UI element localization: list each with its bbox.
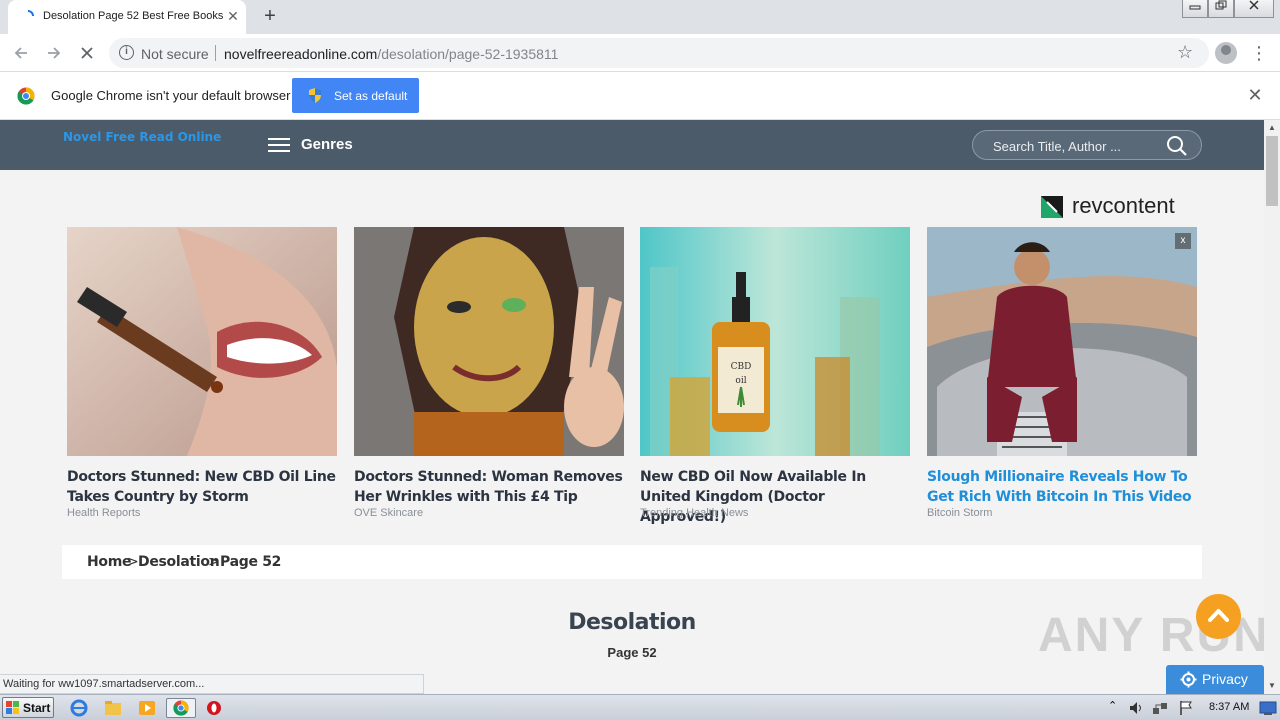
ad-close-button[interactable]: x	[1175, 233, 1191, 249]
search-input[interactable]	[993, 137, 1163, 155]
tab-close-icon[interactable]: ✕	[225, 7, 241, 25]
uac-shield-icon	[309, 88, 321, 103]
gear-icon	[1180, 671, 1197, 688]
chrome-logo-icon	[17, 87, 35, 105]
ad-headline[interactable]: Doctors Stunned: New CBD Oil Line Takes …	[67, 467, 337, 507]
divider	[215, 45, 216, 61]
windows-taskbar: Start ⌃ 8:37 AM	[0, 694, 1280, 720]
hamburger-menu-icon	[268, 138, 290, 152]
set-as-default-label: Set as default	[334, 89, 408, 103]
stop-loading-icon	[81, 47, 93, 59]
ad-card[interactable]: Doctors Stunned: New CBD Oil Line Takes …	[67, 227, 337, 527]
internet-explorer-icon[interactable]	[68, 698, 90, 718]
back-arrow-icon	[14, 47, 27, 59]
ad-image-cbd-dropper[interactable]	[67, 227, 337, 456]
media-player-icon[interactable]	[136, 698, 158, 718]
svg-text:CBD: CBD	[731, 362, 752, 372]
profile-avatar-icon[interactable]	[1215, 42, 1237, 64]
search-box	[972, 130, 1202, 160]
url-path: /desolation/page-52-1935811	[377, 46, 559, 62]
chrome-icon	[173, 700, 189, 716]
site-logo[interactable]: Novel Free Read Online	[63, 130, 221, 144]
revcontent-brand: revcontent	[1072, 193, 1175, 218]
ad-card[interactable]: CBD oil New CBD Oil Now Available In Uni…	[640, 227, 910, 527]
restore-button[interactable]	[1208, 0, 1234, 18]
page-viewport: Novel Free Read Online Genres revcontent	[0, 120, 1264, 694]
breadcrumb-current-page: Page 52	[220, 554, 282, 570]
vertical-scrollbar[interactable]: ▲ ▼	[1264, 120, 1280, 694]
revcontent-mark-icon	[1041, 196, 1063, 218]
breadcrumb-separator: >	[208, 554, 220, 570]
scrollbar-thumb[interactable]	[1266, 136, 1278, 206]
ad-source: Bitcoin Storm	[927, 507, 993, 519]
security-label: Not secure	[141, 46, 209, 62]
ad-card[interactable]: Doctors Stunned: Woman Removes Her Wrink…	[354, 227, 624, 527]
privacy-label: Privacy	[1202, 671, 1248, 687]
stop-loading-button[interactable]	[76, 42, 98, 64]
breadcrumb-home-link[interactable]: Home	[87, 554, 132, 570]
chevron-up-icon	[1208, 609, 1229, 622]
url-text[interactable]: novelfreereadonline.com/desolation/page-…	[224, 46, 558, 62]
svg-text:oil: oil	[735, 376, 746, 386]
network-icon[interactable]	[1152, 700, 1168, 716]
start-label: Start	[23, 701, 51, 715]
minimize-icon	[1189, 5, 1201, 10]
volume-icon[interactable]	[1128, 700, 1144, 716]
scroll-to-top-button[interactable]	[1196, 594, 1241, 639]
forward-arrow-icon	[48, 47, 61, 59]
ad-headline[interactable]: Doctors Stunned: Woman Removes Her Wrink…	[354, 467, 624, 507]
breadcrumb-separator: >	[127, 554, 139, 570]
opera-icon[interactable]	[203, 698, 225, 718]
ad-source: Health Reports	[67, 507, 141, 519]
system-clock: 8:37 AM	[1209, 701, 1250, 713]
ad-image-man-car[interactable]	[927, 227, 1197, 456]
ad-source: Trending Health News	[640, 507, 749, 519]
ad-source: OVE Skincare	[354, 507, 424, 519]
start-button[interactable]: Start	[2, 697, 54, 718]
site-header: Novel Free Read Online Genres	[0, 120, 1264, 170]
scroll-up-arrow-icon[interactable]: ▲	[1264, 120, 1280, 136]
scroll-down-arrow-icon[interactable]: ▼	[1264, 678, 1280, 694]
url-host: novelfreereadonline.com	[224, 46, 378, 62]
close-window-button[interactable]	[1234, 0, 1274, 18]
ad-card[interactable]: x Slough Millionaire Reveals How To Get …	[927, 227, 1197, 527]
close-window-icon	[1249, 0, 1259, 10]
action-center-flag-icon[interactable]	[1178, 700, 1194, 716]
ad-image-gold-mask[interactable]	[354, 227, 624, 456]
back-button[interactable]	[10, 42, 32, 64]
loading-spinner-icon	[27, 10, 34, 17]
minimize-button[interactable]	[1182, 0, 1208, 18]
show-desktop-icon[interactable]	[1259, 700, 1277, 716]
genres-label: Genres	[301, 136, 353, 153]
set-as-default-button[interactable]: Set as default	[292, 78, 419, 113]
chrome-taskbar-button[interactable]	[166, 698, 196, 718]
tab-title: Desolation Page 52 Best Free Books	[43, 10, 223, 22]
bookmark-star-icon[interactable]: ☆	[1177, 42, 1193, 63]
system-tray: ⌃	[1104, 697, 1280, 719]
file-explorer-icon[interactable]	[102, 698, 124, 718]
infobar-close-icon[interactable]: ✕	[1246, 86, 1264, 104]
windows-flag-icon	[6, 701, 19, 714]
new-tab-button[interactable]: +	[259, 5, 281, 27]
privacy-button[interactable]: Privacy	[1166, 665, 1264, 694]
search-icon[interactable]	[1166, 135, 1188, 157]
address-bar[interactable]: i Not secure novelfreereadonline.com/des…	[109, 38, 1209, 68]
tab-strip: Desolation Page 52 Best Free Books ✕ +	[0, 0, 1280, 34]
restore-icon	[1215, 0, 1227, 10]
site-info-icon[interactable]: i	[119, 45, 134, 60]
browser-tab-active[interactable]: Desolation Page 52 Best Free Books ✕	[8, 0, 246, 34]
default-browser-infobar: Google Chrome isn't your default browser…	[0, 72, 1280, 120]
infobar-message: Google Chrome isn't your default browser	[51, 88, 291, 103]
status-bubble: Waiting for ww1097.smartadserver.com...	[0, 674, 424, 694]
breadcrumb: Home > Desolation > Page 52	[62, 545, 1202, 579]
ad-image-cbd-bottle[interactable]: CBD oil	[640, 227, 910, 456]
browser-toolbar: i Not secure novelfreereadonline.com/des…	[0, 34, 1280, 72]
show-hidden-icons-icon[interactable]: ⌃	[1108, 699, 1117, 712]
ad-headline[interactable]: Slough Millionaire Reveals How To Get Ri…	[927, 467, 1197, 507]
chrome-menu-icon[interactable]: ⋮	[1250, 42, 1268, 64]
forward-button[interactable]	[43, 42, 65, 64]
